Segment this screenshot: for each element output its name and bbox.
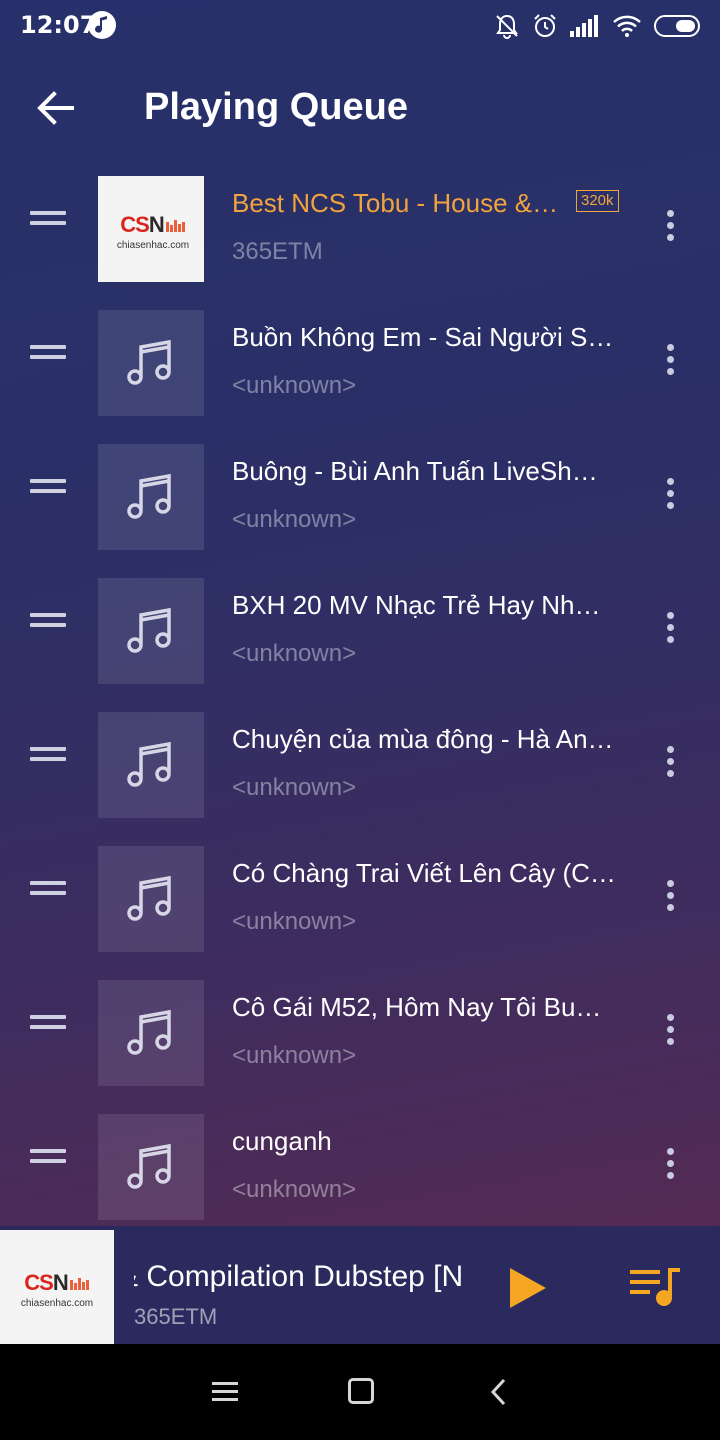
status-icons [494,12,702,40]
screen: 12:07 Playing Queue CSN chiasenhac.com B… [0,0,720,1344]
song-artist: <unknown> [232,908,357,935]
more-options-icon[interactable] [660,880,680,916]
album-art [98,1114,204,1220]
queue-item[interactable]: cunganh <unknown> [0,1108,720,1242]
quality-badge: 320k [576,190,619,212]
song-artist: <unknown> [232,506,357,533]
drag-handle-icon[interactable] [30,1149,66,1169]
more-options-icon[interactable] [660,478,680,514]
queue-item[interactable]: Cô Gái M52, Hôm Nay Tôi Bu… <unknown> [0,974,720,1108]
queue-item[interactable]: Chuyện của mùa đông - Hà An… <unknown> [0,706,720,840]
album-art [98,444,204,550]
music-note-icon [127,1143,171,1189]
more-options-icon[interactable] [660,210,680,246]
drag-handle-icon[interactable] [30,479,66,499]
song-artist: <unknown> [232,372,357,399]
album-art [98,980,204,1086]
play-button[interactable] [506,1264,550,1312]
song-artist: <unknown> [232,1042,357,1069]
song-title: Chuyện của mùa đông - Hà An… [232,724,614,754]
album-art: CSN chiasenhac.com [98,176,204,282]
alarm-icon [534,14,556,37]
mini-player-album-art: CSN chiasenhac.com [0,1230,114,1344]
more-options-icon[interactable] [660,746,680,782]
status-bar: 12:07 [0,0,720,52]
song-title: BXH 20 MV Nhạc Trẻ Hay Nh… [232,590,601,620]
song-artist: <unknown> [232,640,357,667]
bell-off-icon [496,14,518,39]
drag-handle-icon[interactable] [30,211,66,231]
drag-handle-icon[interactable] [30,1015,66,1035]
album-art [98,578,204,684]
nav-bar [0,1344,720,1440]
queue-list: CSN chiasenhac.com Best NCS Tobu - House… [0,170,720,1242]
queue-item[interactable]: Có Chàng Trai Viết Lên Cây (C… <unknown> [0,840,720,974]
song-title: Best NCS Tobu - House &… [232,188,559,218]
arrow-left-icon [37,91,74,125]
more-options-icon[interactable] [660,1148,680,1184]
album-art [98,846,204,952]
csn-logo: CSN chiasenhac.com [116,212,190,251]
drag-handle-icon[interactable] [30,613,66,633]
status-time: 12:07 [20,11,97,39]
song-artist: <unknown> [232,1176,357,1203]
more-options-icon[interactable] [660,612,680,648]
queue-button[interactable] [630,1264,682,1312]
drag-handle-icon[interactable] [30,345,66,365]
music-note-icon [127,339,171,385]
music-note-icon [127,1009,171,1055]
drag-handle-icon[interactable] [30,881,66,901]
queue-music-icon [630,1268,680,1306]
wifi-icon [613,15,641,37]
page-title: Playing Queue [144,86,408,128]
play-icon [510,1268,546,1308]
music-note-icon [127,473,171,519]
mini-player-artist: 365ETM [134,1304,218,1329]
album-art [98,712,204,818]
more-options-icon[interactable] [660,1014,680,1050]
song-title: Buồn Không Em - Sai Người S… [232,322,614,352]
battery-icon [654,15,700,37]
menu-icon[interactable] [212,1380,238,1404]
queue-item[interactable]: Buông - Bùi Anh Tuấn LiveSh… <unknown> [0,438,720,572]
song-title: cunganh [232,1126,332,1156]
back-button[interactable] [30,82,82,134]
header: Playing Queue [0,60,720,156]
queue-item[interactable]: BXH 20 MV Nhạc Trẻ Hay Nh… <unknown> [0,572,720,706]
song-artist: 365ETM [232,238,323,265]
back-icon[interactable] [488,1378,510,1406]
more-options-icon[interactable] [660,344,680,380]
mini-player[interactable]: CSN chiasenhac.com & Compilation Dubstep… [0,1226,720,1344]
music-note-icon [127,607,171,653]
album-art [98,310,204,416]
queue-item[interactable]: Buồn Không Em - Sai Người S… <unknown> [0,304,720,438]
signal-icon [570,15,598,37]
csn-logo: CSN chiasenhac.com [20,1270,94,1309]
music-note-icon [127,741,171,787]
drag-handle-icon[interactable] [30,747,66,767]
home-icon[interactable] [348,1378,374,1404]
music-note-icon [127,875,171,921]
song-title: Cô Gái M52, Hôm Nay Tôi Bu… [232,992,602,1022]
song-title: Buông - Bùi Anh Tuấn LiveSh… [232,456,598,486]
music-note-icon [88,11,116,39]
song-artist: <unknown> [232,774,357,801]
queue-item[interactable]: CSN chiasenhac.com Best NCS Tobu - House… [0,170,720,304]
song-title: Có Chàng Trai Viết Lên Cây (C… [232,858,616,888]
mini-player-title: & Compilation Dubstep [N [134,1260,464,1293]
